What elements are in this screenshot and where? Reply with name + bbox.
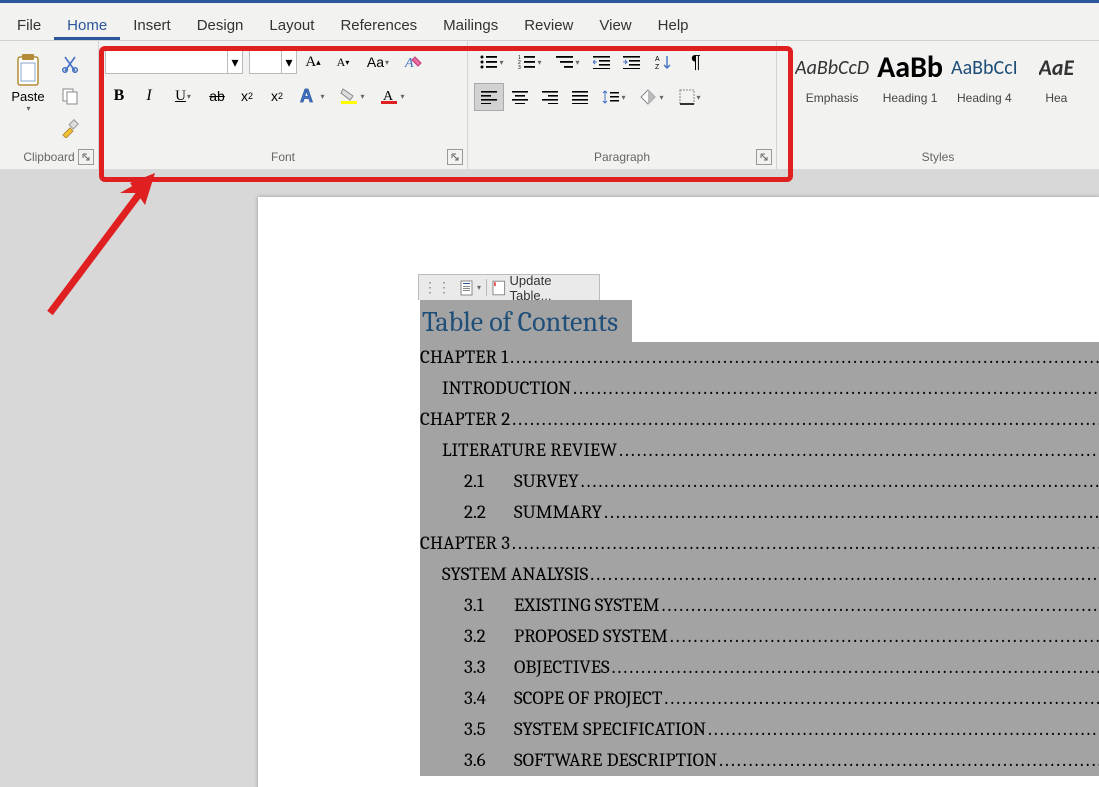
svg-text:3: 3 [518, 65, 521, 69]
menu-references[interactable]: References [327, 11, 430, 40]
chevron-down-icon: ▾ [281, 51, 296, 73]
paste-button[interactable]: Paste ▾ [4, 49, 52, 113]
bullets-button[interactable]: ▾ [474, 49, 510, 75]
toc-entry[interactable]: 3.4SCOPE OF PROJECT ....................… [420, 683, 1099, 714]
page-icon [492, 280, 506, 296]
toc-control-tab: ⋮⋮ ▾ Update Table... [418, 274, 600, 300]
format-painter-button[interactable] [56, 115, 84, 141]
paragraph-dialog-launcher[interactable] [756, 149, 772, 165]
word-window: FileHomeInsertDesignLayoutReferencesMail… [0, 0, 1099, 787]
menu-view[interactable]: View [586, 11, 644, 40]
justify-button[interactable] [566, 84, 594, 110]
toc-entry[interactable]: 2.2SUMMARY .............................… [420, 497, 1099, 528]
toc-title[interactable]: Table of Contents [420, 300, 632, 342]
menu-home[interactable]: Home [54, 11, 120, 40]
multilevel-list-button[interactable]: ▾ [550, 49, 586, 75]
styles-gallery[interactable]: AaBbCcDEmphasisAaBbHeading 1AaBbCcIHeadi… [781, 45, 1095, 105]
toc-entry[interactable]: 2.1SURVEY ..............................… [420, 466, 1099, 497]
show-hide-button[interactable]: ¶ [682, 49, 710, 75]
svg-text:Z: Z [655, 64, 660, 70]
group-clipboard: Paste ▾ Clipboard [0, 41, 99, 169]
group-styles: AaBbCcDEmphasisAaBbHeading 1AaBbCcIHeadi… [777, 41, 1099, 169]
align-right-button[interactable] [536, 84, 564, 110]
style-heading-4[interactable]: AaBbCcIHeading 4 [951, 51, 1018, 105]
clear-formatting-button[interactable]: A [399, 49, 427, 75]
borders-button[interactable]: ▾ [672, 84, 708, 110]
cut-button[interactable] [56, 51, 84, 77]
clipboard-dialog-launcher[interactable] [78, 149, 94, 165]
menu-file[interactable]: File [4, 11, 54, 40]
shading-button[interactable]: ▾ [634, 84, 670, 110]
style-hea[interactable]: AaEHea [1026, 51, 1087, 105]
toc-entry[interactable]: 3.6SOFTWARE DESCRIPTION ................… [420, 745, 1099, 776]
toc-entry[interactable]: 3.3OBJECTIVES ..........................… [420, 652, 1099, 683]
menu-insert[interactable]: Insert [120, 11, 184, 40]
bold-button[interactable]: B [105, 83, 133, 109]
drag-handle-icon[interactable]: ⋮⋮ [419, 279, 455, 296]
toc-entry[interactable]: LITERATURE REVIEW ......................… [420, 435, 1099, 466]
group-font: ▾ ▾ A▴ A▾ Aa▾ A B I U▾ ab x2 x2 A▾ ▾ A▾ [99, 41, 468, 169]
toc-entry[interactable]: CHAPTER 1 ..............................… [420, 342, 1099, 373]
update-table-button[interactable]: Update Table... [487, 275, 599, 300]
font-color-button[interactable]: A▾ [373, 83, 411, 109]
decrease-indent-button[interactable] [588, 49, 616, 75]
grow-font-button[interactable]: A▴ [299, 49, 327, 75]
update-table-label: Update Table... [510, 273, 594, 303]
copy-button[interactable] [56, 83, 84, 109]
toc-entry[interactable]: 3.5SYSTEM SPECIFICATION ................… [420, 714, 1099, 745]
line-spacing-button[interactable]: ▾ [596, 84, 632, 110]
toc-entry[interactable]: 3.2PROPOSED SYSTEM .....................… [420, 621, 1099, 652]
underline-button[interactable]: U▾ [165, 83, 201, 109]
paragraph-group-label: Paragraph [472, 147, 772, 167]
subscript-button[interactable]: x2 [233, 83, 261, 109]
svg-text:A: A [404, 56, 414, 71]
chevron-down-icon: ▾ [26, 104, 30, 113]
toc-entry[interactable]: CHAPTER 2 ..............................… [420, 404, 1099, 435]
font-group-label: Font [103, 147, 463, 167]
superscript-button[interactable]: x2 [263, 83, 291, 109]
text-effects-button[interactable]: A▾ [293, 83, 331, 109]
menu-help[interactable]: Help [645, 11, 702, 40]
style-emphasis[interactable]: AaBbCcDEmphasis [795, 51, 869, 105]
align-center-button[interactable] [506, 84, 534, 110]
highlight-button[interactable]: ▾ [333, 83, 371, 109]
svg-text:A: A [300, 87, 313, 105]
chevron-down-icon: ▾ [227, 51, 242, 73]
font-dialog-launcher[interactable] [447, 149, 463, 165]
toc-entry[interactable]: CHAPTER 3 ..............................… [420, 528, 1099, 559]
styles-group-label: Styles [781, 147, 1095, 167]
paste-label: Paste [11, 89, 44, 104]
style-heading-1[interactable]: AaBbHeading 1 [877, 51, 943, 105]
toc-entry[interactable]: 3.1EXISTING SYSTEM .....................… [420, 590, 1099, 621]
ribbon: Paste ▾ Clipboard ▾ ▾ A▴ A▾ [0, 41, 1099, 169]
change-case-button[interactable]: Aa▾ [359, 49, 397, 75]
align-left-button[interactable] [474, 83, 504, 111]
shrink-font-button[interactable]: A▾ [329, 49, 357, 75]
menu-bar: FileHomeInsertDesignLayoutReferencesMail… [0, 3, 1099, 41]
strikethrough-button[interactable]: ab [203, 83, 231, 109]
menu-mailings[interactable]: Mailings [430, 11, 511, 40]
group-paragraph: ▾ 123▾ ▾ AZ ¶ ▾ ▾ ▾ Para [468, 41, 777, 169]
menu-design[interactable]: Design [184, 11, 257, 40]
italic-button[interactable]: I [135, 83, 163, 109]
menu-layout[interactable]: Layout [256, 11, 327, 40]
toc-entry[interactable]: INTRODUCTION ...........................… [420, 373, 1099, 404]
toc-gallery-button[interactable]: ▾ [455, 275, 486, 300]
sort-button[interactable]: AZ [648, 49, 680, 75]
chevron-down-icon: ▾ [477, 283, 481, 292]
svg-text:A: A [655, 56, 660, 63]
clipboard-icon [13, 53, 43, 89]
increase-indent-button[interactable] [618, 49, 646, 75]
toc-entry[interactable]: SYSTEM ANALYSIS ........................… [420, 559, 1099, 590]
font-name-combo[interactable]: ▾ [105, 50, 243, 74]
numbering-button[interactable]: 123▾ [512, 49, 548, 75]
menu-review[interactable]: Review [511, 11, 586, 40]
font-size-combo[interactable]: ▾ [249, 50, 297, 74]
document-content[interactable]: Table of Contents CHAPTER 1 ............… [420, 300, 1099, 776]
